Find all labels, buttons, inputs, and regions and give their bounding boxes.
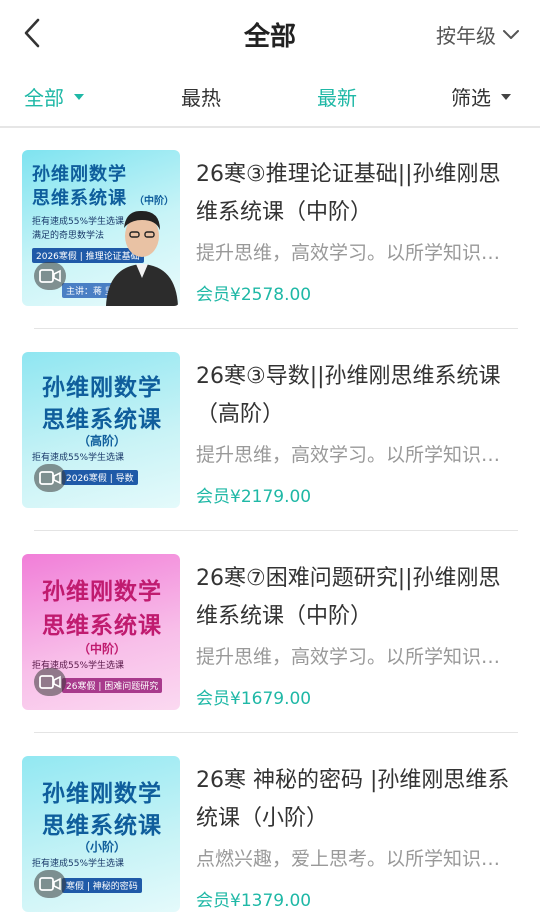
video-camera-icon: [34, 870, 66, 898]
list-divider: [34, 328, 518, 329]
thumb-level: （中阶）: [78, 642, 127, 656]
list-divider: [34, 732, 518, 733]
top-bar: 全部 按年级: [0, 0, 540, 68]
tab-filter[interactable]: 筛选: [451, 82, 511, 111]
grade-filter-button[interactable]: 按年级: [436, 20, 520, 49]
course-item[interactable]: 孙维刚数学 思维系统课 （小阶） 拒有速成55%学生选课 寒假 | 神秘的密码 …: [22, 756, 518, 914]
video-camera-icon: [34, 262, 66, 290]
course-price: 会员¥1379.00: [196, 891, 312, 911]
tab-newest[interactable]: 最新: [317, 82, 357, 111]
thumb-title-line2: 思维系统课: [42, 813, 162, 839]
course-thumbnail: 孙维刚数学 思维系统课 （小阶） 拒有速成55%学生选课 寒假 | 神秘的密码: [22, 756, 180, 912]
teacher-photo: [106, 210, 178, 306]
tab-hottest[interactable]: 最热: [181, 82, 221, 111]
course-item[interactable]: 孙维刚数学 思维系统课 （中阶） 拒有速成55%学生选课 满足的奇思数学法 20…: [22, 150, 518, 308]
thumb-title-line1: 孙维刚数学: [32, 164, 127, 185]
tab-all[interactable]: 全部: [24, 82, 84, 111]
course-item[interactable]: 孙维刚数学 思维系统课 （中阶） 拒有速成55%学生选课 26寒假 | 困难问题…: [22, 554, 518, 712]
course-description: 提升思维，高效学习。以所学知识为载体: [196, 242, 514, 264]
thumb-tagline-2: 满足的奇思数学法: [32, 231, 105, 241]
tab-hottest-label: 最热: [181, 86, 221, 110]
thumb-strip: 寒假 | 神秘的密码: [62, 878, 142, 893]
tabs-divider: [0, 126, 540, 128]
course-price: 会员¥1679.00: [196, 689, 312, 709]
course-description: 提升思维，高效学习。以所学知识为载体: [196, 646, 514, 668]
course-thumbnail: 孙维刚数学 思维系统课 （中阶） 拒有速成55%学生选课 26寒假 | 困难问题…: [22, 554, 180, 710]
thumb-tagline: 拒有速成55%学生选课: [32, 453, 125, 463]
filter-tabs: 全部 最热 最新 筛选: [0, 80, 540, 126]
thumb-title-line1: 孙维刚数学: [42, 781, 162, 807]
grade-filter-label: 按年级: [436, 24, 496, 48]
thumb-level: （小阶）: [78, 840, 127, 854]
caret-down-icon: [501, 93, 511, 100]
video-camera-icon: [34, 668, 66, 696]
course-description: 提升思维，高效学习。以所学知识为载体: [196, 444, 514, 466]
chevron-down-icon: [503, 29, 519, 39]
course-title: 26寒③推理论证基础||孙维刚思维系统课（中阶）: [196, 162, 501, 225]
course-price: 会员¥2578.00: [196, 285, 312, 305]
caret-down-icon: [74, 93, 84, 100]
thumb-tagline: 拒有速成55%学生选课: [32, 859, 125, 869]
course-item[interactable]: 孙维刚数学 思维系统课 （高阶） 拒有速成55%学生选课 2026寒假 | 导数…: [22, 352, 518, 510]
course-thumbnail: 孙维刚数学 思维系统课 （高阶） 拒有速成55%学生选课 2026寒假 | 导数: [22, 352, 180, 508]
tab-all-label: 全部: [24, 86, 64, 110]
thumb-level: （高阶）: [78, 434, 127, 448]
thumb-title-line1: 孙维刚数学: [42, 579, 162, 605]
list-divider: [34, 530, 518, 531]
course-thumbnail: 孙维刚数学 思维系统课 （中阶） 拒有速成55%学生选课 满足的奇思数学法 20…: [22, 150, 180, 306]
thumb-title-line2: 思维系统课: [42, 613, 162, 639]
tab-filter-label: 筛选: [451, 86, 491, 110]
thumb-strip: 2026寒假 | 导数: [62, 470, 138, 485]
course-description: 点燃兴趣，爱上思考。以所学知识为载体: [196, 848, 514, 870]
tab-newest-label: 最新: [317, 86, 357, 110]
course-title: 26寒 神秘的密码 |孙维刚思维系统课（小阶）: [196, 768, 510, 831]
thumb-strip: 26寒假 | 困难问题研究: [62, 678, 163, 693]
thumb-title-line2: 思维系统课: [42, 407, 162, 433]
course-title: 26寒③导数||孙维刚思维系统课（高阶）: [196, 364, 501, 427]
thumb-title-line1: 孙维刚数学: [42, 375, 162, 401]
video-camera-icon: [34, 464, 66, 492]
course-title: 26寒⑦困难问题研究||孙维刚思维系统课（中阶）: [196, 566, 501, 629]
course-price: 会员¥2179.00: [196, 487, 312, 507]
